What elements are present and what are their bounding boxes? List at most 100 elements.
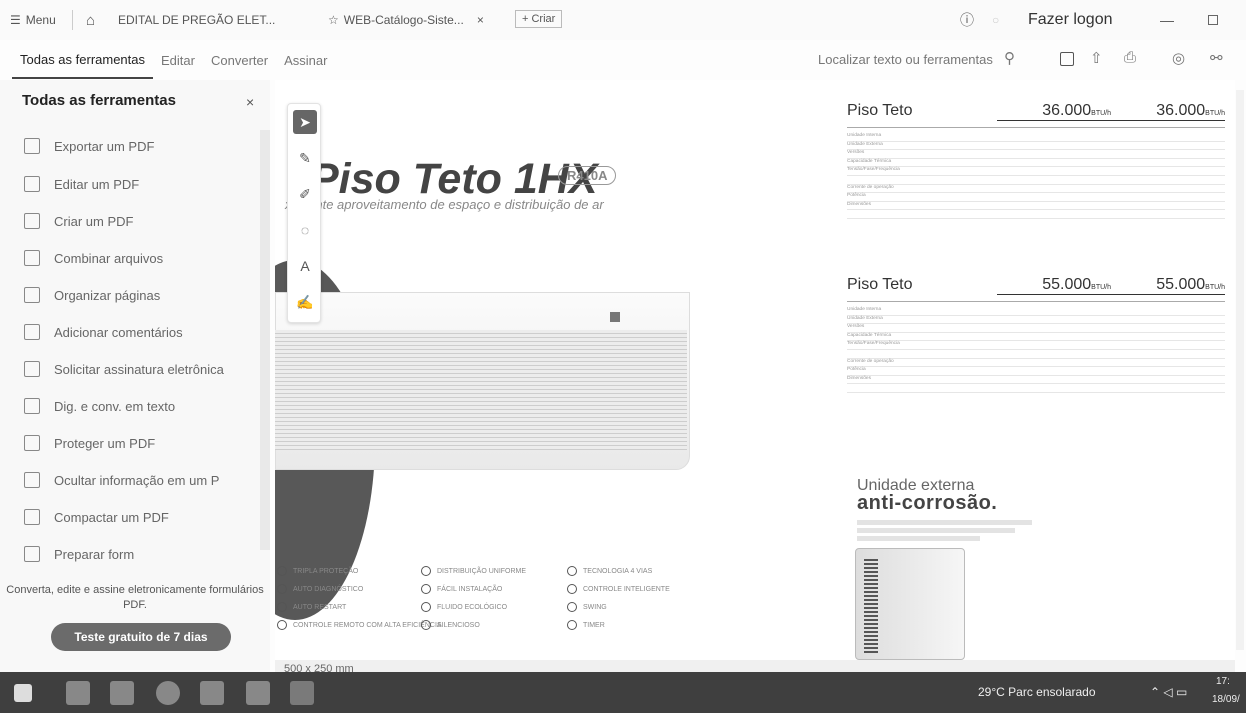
comment-icon [24,324,40,340]
feature-item: CONTROLE INTELIGENTE [567,584,670,594]
spec-row: Dimensões [847,376,1225,385]
star-icon: ☆ [328,13,339,27]
spec-row [847,176,1225,185]
spec-row: Unidade Interna [847,307,1225,316]
tool-add-comments[interactable]: Adicionar comentários [24,324,183,340]
windows-start-icon[interactable] [14,684,32,702]
taskbar-app-icon[interactable] [246,681,270,705]
combine-icon [24,250,40,266]
share-icon[interactable]: ◎ [1172,49,1185,67]
select-tool-icon[interactable]: ➤ [293,110,317,134]
signature-icon [24,361,40,377]
help-icon[interactable]: ⓘ [960,10,974,30]
upload-icon[interactable]: ⇧ [1090,49,1103,67]
tool-prepare-form[interactable]: Preparar form [24,546,134,562]
status-bar [275,660,1235,672]
tab-document-1[interactable]: EDITAL DE PREGÃO ELET... [118,13,275,27]
tool-protect-pdf[interactable]: Proteger um PDF [24,435,155,451]
tool-redact[interactable]: Ocultar informação em um P [24,472,219,488]
link-icon[interactable]: ⚯ [1210,49,1223,67]
clock-time[interactable]: 17: [1216,676,1230,687]
acrobat-icon[interactable] [290,681,314,705]
tab-document-2[interactable]: ☆ WEB-Catálogo-Siste... × [328,13,484,27]
tool-combine-files[interactable]: Combinar arquivos [24,250,163,266]
feature-icon [421,620,431,630]
print-icon[interactable]: ⎙ [1124,49,1136,66]
feature-icon [421,602,431,612]
sidebar-scrollbar[interactable] [260,130,270,550]
spec-row: Potência [847,367,1225,376]
spec-row: Tensão/Fase/Frequência [847,341,1225,350]
tool-request-signature[interactable]: Solicitar assinatura eletrônica [24,361,224,377]
protect-icon [24,435,40,451]
spec-row: Unidade Externa [847,142,1225,151]
create-pdf-icon [24,213,40,229]
scan-icon [24,398,40,414]
save-icon[interactable] [1060,52,1074,66]
tab-all-tools[interactable]: Todas as ferramentas [12,42,154,79]
tab-convert[interactable]: Converter [203,43,276,78]
spec-row: Capacidade Térmica [847,159,1225,168]
tool-export-pdf[interactable]: Exportar um PDF [24,138,154,154]
feature-icon [277,566,287,576]
home-icon[interactable]: ⌂ [86,12,95,29]
menu-button[interactable]: ☰ Menu [10,13,56,27]
taskbar-app-icon[interactable] [66,681,90,705]
feature-icon [567,602,577,612]
close-icon[interactable]: × [246,94,254,110]
tool-organize-pages[interactable]: Organizar páginas [24,287,160,303]
feature-icon [277,584,287,594]
weather-label[interactable]: 29°C Parc ensolarado [978,685,1096,699]
draw-tool-icon[interactable]: ✐ [293,182,317,206]
comment-tool-icon[interactable]: ✎ [293,146,317,170]
lasso-tool-icon[interactable]: ◌ [293,218,317,242]
tool-scan-ocr[interactable]: Dig. e conv. em texto [24,398,175,414]
restore-button[interactable] [1208,15,1218,25]
feature-icon [567,620,577,630]
text-select-icon[interactable]: A [293,254,317,278]
new-tab-button[interactable]: + Criar [515,10,563,28]
tool-edit-pdf[interactable]: Editar um PDF [24,176,139,192]
external-unit-text [857,520,1032,541]
divider [72,10,73,30]
spec-row: Corrente de operação [847,185,1225,194]
tab-edit[interactable]: Editar [153,43,203,78]
quick-tools-toolbar: ➤ ✎ ✐ ◌ A ✍ [287,103,321,323]
chrome-icon[interactable] [156,681,180,705]
feature-icon [277,620,287,630]
document-scrollbar[interactable] [1236,90,1244,650]
signature-tool-icon[interactable]: ✍ [293,290,317,314]
feature-item: AUTO DIAGNÓSTICO [277,584,363,594]
spec-header: Piso Teto 36.000BTU/h 36.000BTU/h [847,102,1225,128]
search-input[interactable]: Localizar texto ou ferramentas [818,52,993,67]
spec-row: Corrente de operação [847,359,1225,368]
free-trial-button[interactable]: Teste gratuito de 7 dias [51,623,231,651]
panel-title: Todas as ferramentas [22,92,176,109]
word-icon[interactable] [200,681,224,705]
feature-item: SILENCIOSO [421,620,480,630]
feature-item: CONTROLE REMOTO COM ALTA EFICIÊNCIA [277,620,442,630]
feature-item: FLUIDO ECOLÓGICO [421,602,507,612]
notification-icon[interactable]: ○ [992,13,999,27]
feature-icon [421,566,431,576]
edit-pdf-icon [24,176,40,192]
spec-row: Dimensões [847,202,1225,211]
feature-item: FÁCIL INSTALAÇÃO [421,584,502,594]
spec-row [847,350,1225,359]
tool-compress-pdf[interactable]: Compactar um PDF [24,509,169,525]
capacity-label: 36.000BTU/h [1111,102,1225,121]
file-explorer-icon[interactable] [110,681,134,705]
minimize-button[interactable]: — [1160,12,1174,28]
search-icon[interactable]: ⚲ [1004,49,1015,67]
spec-row: Capacidade Térmica [847,333,1225,342]
feature-item: TRIPLA PROTEÇÃO [277,566,358,576]
tab-close-icon[interactable]: × [477,13,484,27]
form-icon [24,546,40,562]
clock-date[interactable]: 18/09/ [1212,694,1240,705]
spec-row: Potência [847,193,1225,202]
outdoor-unit-grille [864,559,878,654]
tab-sign[interactable]: Assinar [276,43,335,78]
tool-create-pdf[interactable]: Criar um PDF [24,213,133,229]
tray-icons[interactable]: ⌃ ◁ ▭ [1150,685,1187,699]
sign-in-button[interactable]: Fazer logon [1028,11,1113,29]
